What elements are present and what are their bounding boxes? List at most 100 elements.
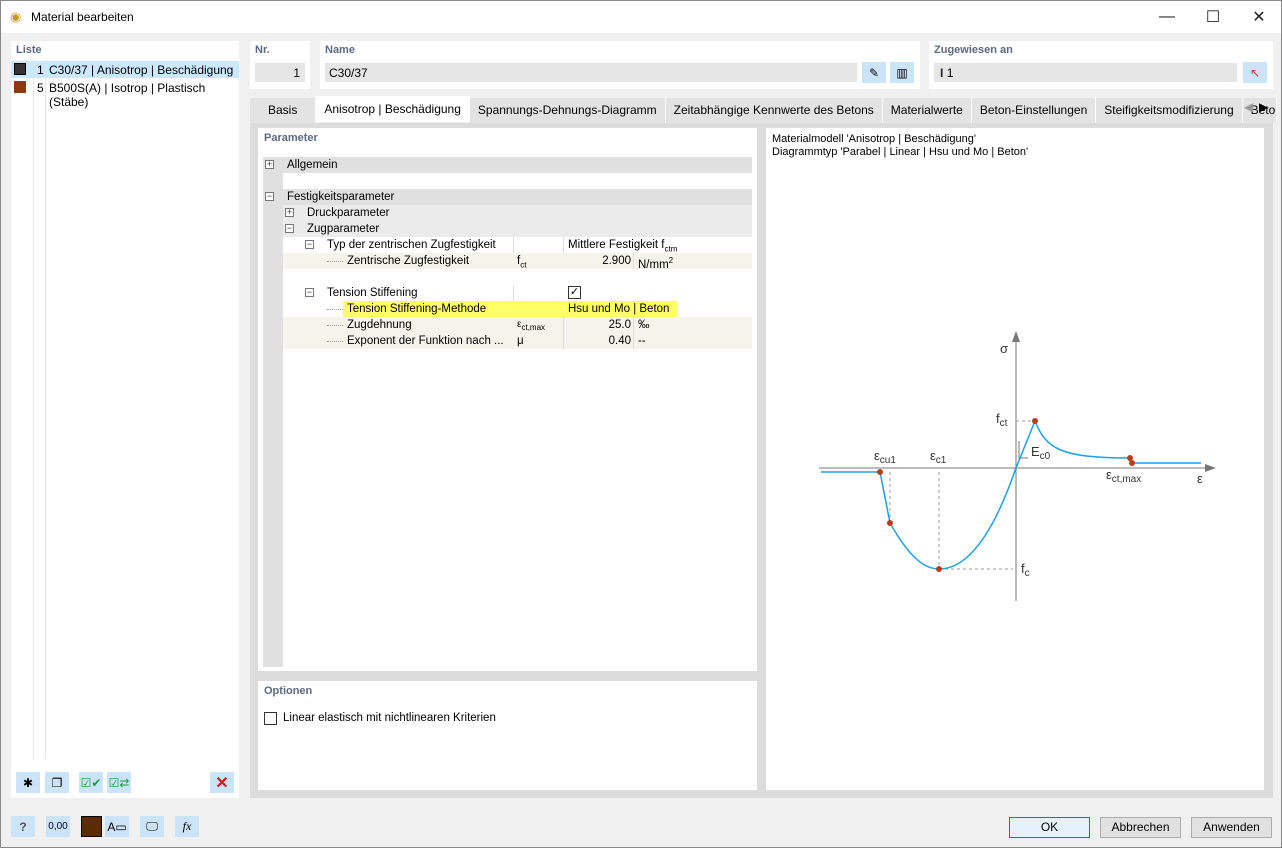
y-axis-arrow (1012, 331, 1020, 342)
unit: ‰ (638, 319, 650, 331)
minimize-button[interactable]: — (1144, 1, 1190, 33)
cancel-button[interactable]: Abbrechen (1100, 817, 1181, 838)
ec0-label: Ec0 (1031, 444, 1051, 462)
edit-name-icon[interactable]: ✎ (862, 62, 886, 83)
group-festigkeit[interactable]: − Festigkeitsparameter (263, 189, 752, 205)
parameter-header: Parameter (264, 132, 318, 144)
row-label: Typ der zentrischen Zugfestigkeit (327, 239, 496, 251)
group-zug[interactable]: − Zugparameter (283, 221, 752, 237)
row-value[interactable]: 0.40 (563, 333, 631, 349)
select-assignment-icon[interactable]: ↖ (1243, 62, 1267, 83)
color-swatch-button[interactable] (81, 816, 102, 837)
help-icon[interactable]: ? (11, 816, 35, 837)
ec0-main: E (1031, 444, 1040, 459)
list-header: Liste (16, 44, 42, 56)
symbol-sub: ct,max (521, 323, 546, 332)
assigned-value: 1 (946, 66, 954, 80)
tab-time-dependent[interactable]: Zeitabhängige Kennwerte des Betons (665, 98, 883, 123)
name-panel: Name C30/37 ✎ ▥ (320, 41, 920, 89)
ectmax-sub: ct,max (1112, 474, 1141, 485)
ecu1-label: εcu1 (874, 448, 896, 466)
symbol-sub: ct (520, 260, 527, 270)
point-fc (936, 566, 942, 572)
formula-icon[interactable]: fx (175, 816, 199, 837)
x-axis-arrow (1205, 464, 1216, 472)
list-item[interactable]: 5 B500S(A) | Isotrop | Plastisch (Stäbe) (11, 79, 239, 109)
tab-basis[interactable]: Basis (250, 98, 317, 123)
nr-field[interactable]: 1 (255, 63, 305, 82)
row-zentrisch[interactable]: Zentrische Zugfestigkeit fct 2.900 N/mm2 (283, 253, 752, 271)
group-label: Zugparameter (307, 223, 380, 235)
item-label: C30/37 | Anisotrop | Beschädigung (49, 63, 234, 77)
units-icon[interactable]: 0,00 (46, 816, 70, 837)
maximize-button[interactable]: ☐ (1190, 1, 1236, 33)
row-typ[interactable]: − Typ der zentrischen Zugfestigkeit Mittl… (283, 237, 752, 253)
copy-material-icon[interactable]: ❐ (45, 772, 69, 793)
ectmax-label: εct,max (1106, 467, 1141, 485)
fc-label: fc (1021, 561, 1030, 579)
group-allgemein[interactable]: + Allgemein (263, 157, 752, 173)
apply-button[interactable]: Anwenden (1191, 817, 1272, 838)
assigned-header: Zugewiesen an (934, 44, 1013, 56)
name-field[interactable]: C30/37 (325, 63, 857, 82)
diagram-panel: Materialmodell 'Anisotrop | Beschädigung… (766, 128, 1264, 790)
tension-stiffening-checkbox[interactable]: ✓ (568, 286, 581, 299)
fct-sub: ct (1000, 418, 1008, 429)
color-swatch (14, 63, 26, 75)
parameter-panel: Parameter + Allgemein − Festigkeitsparamet… (258, 128, 757, 671)
parameter-tree: + Allgemein − Festigkeitsparameter + Druckp… (263, 157, 752, 377)
tab-stiffness[interactable]: Steifigkeitsmodifizierung (1096, 98, 1243, 123)
list-item[interactable]: 1 C30/37 | Anisotrop | Beschädigung (11, 61, 239, 78)
check-swap-icon[interactable]: ☑⇄ (107, 772, 131, 793)
library-icon[interactable]: ▥ (890, 62, 914, 83)
ec1-sub: c1 (936, 455, 947, 466)
row-zugdehnung[interactable]: Zugdehnung εct,max 25.0 ‰ (283, 317, 752, 333)
row-tension-stiffening[interactable]: − Tension Stiffening ✓ (283, 285, 752, 301)
ecu1-sub: cu1 (880, 455, 897, 466)
group-label: Druckparameter (307, 207, 390, 219)
scroll-left-icon[interactable]: ◀ (1244, 100, 1253, 114)
assigned-field[interactable]: I 1 (934, 63, 1237, 82)
stress-strain-curve (821, 418, 1201, 570)
nr-header: Nr. (255, 44, 270, 56)
delete-icon[interactable]: ✕ (210, 772, 234, 793)
assigned-panel: Zugewiesen an I 1 ↖ (929, 41, 1273, 89)
stress-strain-diagram: σ ε fct fc Ec0 εcu1 εc1 εct,max (819, 331, 1216, 601)
row-label: Exponent der Funktion nach ... (347, 335, 504, 347)
linear-elastic-label: Linear elastisch mit nichtlinearen Krite… (283, 712, 496, 724)
ec1-label: εc1 (930, 448, 947, 466)
row-label: Tension Stiffening-Methode (347, 303, 487, 315)
ec0-sub: c0 (1040, 451, 1051, 462)
tab-bar: Basis Anisotrop | Beschädigung Spannungs… (250, 96, 1277, 123)
ok-button[interactable]: OK (1009, 817, 1090, 838)
row-ts-method[interactable]: Tension Stiffening-Methode Hsu und Mo | … (283, 301, 752, 317)
group-druck[interactable]: + Druckparameter (283, 205, 752, 221)
row-exponent[interactable]: Exponent der Funktion nach ... μ 0.40 -- (283, 333, 752, 349)
value-text: Mittlere Festigkeit f (568, 239, 665, 251)
view-icon[interactable]: 🖵 (140, 816, 164, 837)
color-swatch (14, 81, 26, 93)
unit: -- (638, 335, 646, 347)
row-value[interactable]: 2.900 (563, 253, 631, 269)
new-material-icon[interactable]: ✱ (16, 772, 40, 793)
fc-sub: c (1025, 568, 1030, 579)
row-value[interactable]: Hsu und Mo | Beton (568, 301, 669, 317)
options-header: Optionen (264, 685, 313, 697)
tab-anisotrop[interactable]: Anisotrop | Beschädigung (316, 96, 470, 122)
point-ecu1 (877, 469, 883, 475)
display-properties-icon[interactable]: A▭ (105, 816, 129, 837)
tab-stress-strain[interactable]: Spannungs-Dehnungs-Diagramm (469, 98, 666, 123)
scroll-right-icon[interactable]: ▶ (1259, 100, 1268, 114)
item-number: 5 (37, 81, 44, 95)
symbol: μ (517, 335, 524, 347)
window-title: Material bearbeiten (31, 10, 134, 24)
check-all-icon[interactable]: ☑✔ (79, 772, 103, 793)
close-button[interactable]: ✕ (1236, 1, 1282, 33)
row-value[interactable]: 25.0 (563, 317, 631, 333)
tab-material-values[interactable]: Materialwerte (882, 98, 972, 123)
row-label: Zentrische Zugfestigkeit (347, 255, 470, 267)
row-label: Zugdehnung (347, 319, 412, 331)
point-ectmax-end (1129, 460, 1135, 466)
linear-elastic-checkbox[interactable] (264, 712, 277, 725)
tab-concrete-settings[interactable]: Beton-Einstellungen (971, 98, 1097, 123)
